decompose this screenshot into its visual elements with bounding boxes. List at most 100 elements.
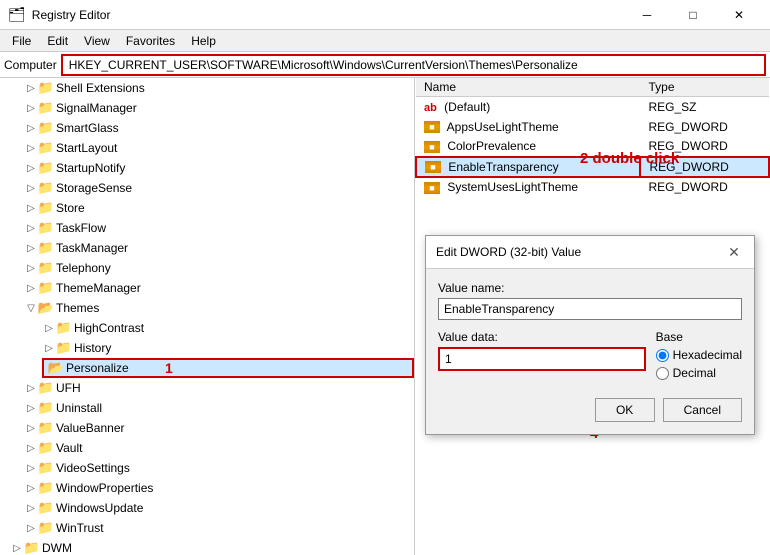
tree-item-storagesense[interactable]: ▷ 📁 StorageSense	[0, 178, 414, 198]
reg-binary-icon: ■	[424, 121, 440, 133]
expander-icon: ▷	[24, 121, 38, 135]
decimal-radio[interactable]	[656, 367, 669, 380]
expander-icon: ▷	[24, 461, 38, 475]
minimize-button[interactable]: ─	[624, 0, 670, 30]
col-name: Name	[416, 78, 640, 97]
value-name-input[interactable]	[438, 298, 742, 320]
folder-icon: 📁	[24, 541, 40, 555]
menu-file[interactable]: File	[4, 32, 39, 50]
cancel-button[interactable]: Cancel	[663, 398, 742, 422]
tree-item-dwm[interactable]: ▷ 📁 DWM	[0, 538, 414, 555]
tree-label: StartLayout	[56, 141, 117, 155]
registry-type: REG_DWORD	[640, 157, 769, 177]
dialog-body: Value name: Value data: Base Hexadecimal	[426, 269, 754, 434]
folder-icon: 📁	[38, 161, 54, 175]
tree-item-ufh[interactable]: ▷ 📁 UFH	[0, 378, 414, 398]
folder-icon: 📁	[38, 201, 54, 215]
tree-item-personalize[interactable]: 📂 Personalize	[42, 358, 414, 378]
ok-button[interactable]: OK	[595, 398, 655, 422]
tree-label: Shell Extensions	[56, 81, 145, 95]
tree-label: Uninstall	[56, 401, 102, 415]
folder-icon: 📁	[38, 461, 54, 475]
tree-item-windowsupdate[interactable]: ▷ 📁 WindowsUpdate	[0, 498, 414, 518]
value-data-input[interactable]	[438, 347, 646, 371]
table-row[interactable]: ■ SystemUsesLightTheme REG_DWORD	[416, 177, 769, 197]
tree-item-highcontrast[interactable]: ▷ 📁 HighContrast	[0, 318, 414, 338]
reg-ab-icon: ab	[424, 102, 437, 114]
reg-binary-icon: ■	[425, 161, 441, 173]
hexadecimal-radio[interactable]	[656, 349, 669, 362]
expander-icon: ▷	[24, 421, 38, 435]
expander-icon: ▷	[42, 341, 56, 355]
tree-item-history[interactable]: ▷ 📁 History	[0, 338, 414, 358]
tree-label: TaskFlow	[56, 221, 106, 235]
table-row-enable-transparency[interactable]: ■ EnableTransparency REG_DWORD	[416, 157, 769, 177]
tree-item-videosettings[interactable]: ▷ 📁 VideoSettings	[0, 458, 414, 478]
app-icon: 🗂	[8, 6, 26, 23]
maximize-button[interactable]: □	[670, 0, 716, 30]
expander-icon: ▷	[24, 401, 38, 415]
tree-label: HighContrast	[74, 321, 144, 335]
folder-icon: 📁	[38, 181, 54, 195]
folder-icon: 📁	[38, 381, 54, 395]
menu-view[interactable]: View	[76, 32, 118, 50]
tree-item-store[interactable]: ▷ 📁 Store	[0, 198, 414, 218]
tree-item-uninstall[interactable]: ▷ 📁 Uninstall	[0, 398, 414, 418]
tree-item-startlayout[interactable]: ▷ 📁 StartLayout	[0, 138, 414, 158]
hexadecimal-radio-row: Hexadecimal	[656, 348, 742, 362]
tree-item-themes[interactable]: ▽ 📂 Themes	[0, 298, 414, 318]
dialog-close-button[interactable]: ✕	[724, 242, 744, 262]
folder-icon: 📁	[56, 341, 72, 355]
tree-item-thememanager[interactable]: ▷ 📁 ThemeManager	[0, 278, 414, 298]
expander-icon: ▷	[24, 81, 38, 95]
table-row[interactable]: ■ AppsUseLightTheme REG_DWORD	[416, 117, 769, 137]
tree-item-valuebanner[interactable]: ▷ 📁 ValueBanner	[0, 418, 414, 438]
table-row[interactable]: ab (Default) REG_SZ	[416, 97, 769, 117]
folder-icon: 📁	[38, 281, 54, 295]
tree-item-taskmanager[interactable]: ▷ 📁 TaskManager	[0, 238, 414, 258]
tree-item-telephony[interactable]: ▷ 📁 Telephony	[0, 258, 414, 278]
menu-edit[interactable]: Edit	[39, 32, 76, 50]
registry-name: ab (Default)	[416, 97, 640, 117]
step1-label: 1	[165, 360, 173, 376]
menu-help[interactable]: Help	[183, 32, 224, 50]
tree-item-shell-extensions[interactable]: ▷ 📁 Shell Extensions	[0, 78, 414, 98]
tree-label: Vault	[56, 441, 82, 455]
table-row[interactable]: ■ ColorPrevalence REG_DWORD	[416, 137, 769, 157]
value-name-label: Value name:	[438, 281, 742, 295]
tree-item-vault[interactable]: ▷ 📁 Vault	[0, 438, 414, 458]
tree-label: Telephony	[56, 261, 111, 275]
close-button[interactable]: ✕	[716, 0, 762, 30]
folder-icon: 📁	[38, 421, 54, 435]
tree-item-wintrust[interactable]: ▷ 📁 WinTrust	[0, 518, 414, 538]
tree-item-taskflow[interactable]: ▷ 📁 TaskFlow	[0, 218, 414, 238]
folder-icon: 📁	[38, 141, 54, 155]
expander-icon: ▷	[24, 201, 38, 215]
tree-panel: ▷ 📁 Shell Extensions ▷ 📁 SignalManager ▷…	[0, 78, 415, 555]
folder-icon: 📁	[56, 321, 72, 335]
expander-icon: ▷	[24, 181, 38, 195]
registry-name: ■ SystemUsesLightTheme	[416, 177, 640, 197]
reg-binary-icon: ■	[424, 141, 440, 153]
registry-table: Name Type ab (Default) REG_SZ	[415, 78, 770, 197]
expander-icon: ▷	[24, 281, 38, 295]
value-data-section: Value data:	[438, 330, 646, 371]
tree-item-signalmanager[interactable]: ▷ 📁 SignalManager	[0, 98, 414, 118]
folder-icon: 📁	[38, 121, 54, 135]
tree-label: History	[74, 341, 111, 355]
computer-label: Computer	[4, 58, 57, 72]
tree-item-smartglass[interactable]: ▷ 📁 SmartGlass	[0, 118, 414, 138]
dialog-title-bar: Edit DWORD (32-bit) Value ✕	[426, 236, 754, 269]
registry-name: ■ ColorPrevalence	[416, 137, 640, 157]
tree-item-startupnotify[interactable]: ▷ 📁 StartupNotify	[0, 158, 414, 178]
dialog-buttons: OK Cancel	[438, 394, 742, 422]
tree-label: SignalManager	[56, 101, 137, 115]
folder-icon: 📁	[38, 101, 54, 115]
address-input[interactable]	[61, 54, 766, 76]
menu-favorites[interactable]: Favorites	[118, 32, 183, 50]
tree-label: VideoSettings	[56, 461, 130, 475]
tree-label: Personalize	[66, 361, 129, 375]
tree-label: Themes	[56, 301, 99, 315]
tree-item-windowproperties[interactable]: ▷ 📁 WindowProperties	[0, 478, 414, 498]
expander-icon: ▷	[24, 521, 38, 535]
